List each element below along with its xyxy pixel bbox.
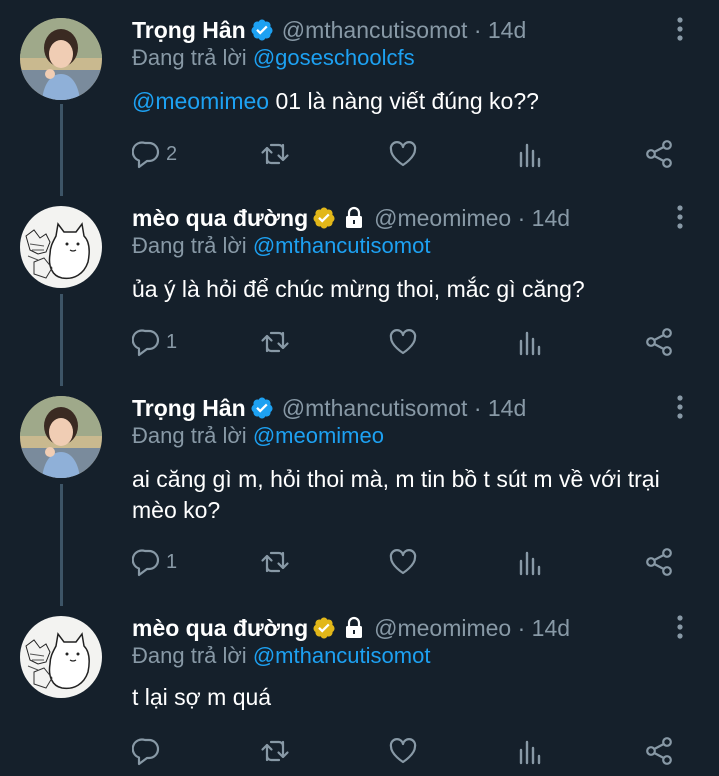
share-icon xyxy=(644,139,674,169)
lock-icon xyxy=(342,616,366,640)
share-icon xyxy=(644,736,674,766)
share-button[interactable] xyxy=(644,327,674,357)
reply-prefix: Đang trả lời xyxy=(132,45,247,70)
reply-context: Đang trả lời @mthancutisomot xyxy=(132,233,430,259)
analytics-icon xyxy=(516,736,546,766)
avatar[interactable] xyxy=(20,206,102,288)
lock-icon xyxy=(342,206,366,230)
reply-button[interactable]: 2 xyxy=(132,139,177,169)
tweet-actions: 2 xyxy=(132,139,692,169)
tweet-body: t lại sợ m quá xyxy=(132,684,272,710)
avatar-image xyxy=(20,206,102,288)
share-icon xyxy=(644,327,674,357)
reply-context: Đang trả lời @goseschoolcfs xyxy=(132,45,415,71)
more-options-icon[interactable] xyxy=(670,393,690,421)
share-button[interactable] xyxy=(644,736,674,766)
reply-prefix: Đang trả lời xyxy=(132,233,247,258)
reply-icon xyxy=(132,547,162,577)
reply-button[interactable] xyxy=(132,736,166,766)
display-name[interactable]: Trọng Hân xyxy=(132,395,246,422)
verified-badge-icon xyxy=(312,206,336,230)
like-button[interactable] xyxy=(388,139,418,169)
analytics-icon xyxy=(516,139,546,169)
avatar[interactable] xyxy=(20,18,102,100)
reply-to-mention[interactable]: @mthancutisomot xyxy=(253,233,431,258)
heart-icon xyxy=(388,327,418,357)
retweet-icon xyxy=(260,139,290,169)
verified-badge-icon xyxy=(250,18,274,42)
like-button[interactable] xyxy=(388,736,418,766)
reply-button[interactable]: 1 xyxy=(132,547,177,577)
reply-context: Đang trả lời @mthancutisomot xyxy=(132,643,430,669)
handle-and-time[interactable]: @mthancutisomot · 14d xyxy=(282,17,527,44)
display-name[interactable]: mèo qua đường xyxy=(132,615,308,642)
reply-button[interactable]: 1 xyxy=(132,327,177,357)
share-button[interactable] xyxy=(644,139,674,169)
analytics-button[interactable] xyxy=(516,736,546,766)
reply-icon xyxy=(132,139,162,169)
retweet-icon xyxy=(260,327,290,357)
tweet-actions: 1 xyxy=(132,327,692,357)
verified-badge-icon xyxy=(312,616,336,640)
like-button[interactable] xyxy=(388,327,418,357)
analytics-button[interactable] xyxy=(516,547,546,577)
tweet-actions xyxy=(132,736,692,766)
retweet-button[interactable] xyxy=(260,139,290,169)
retweet-button[interactable] xyxy=(260,547,290,577)
reply-prefix: Đang trả lời xyxy=(132,643,247,668)
more-options-icon[interactable] xyxy=(670,613,690,641)
analytics-button[interactable] xyxy=(516,327,546,357)
handle-and-time[interactable]: @meomimeo · 14d xyxy=(374,205,570,232)
tweet[interactable]: mèo qua đường @meomimeo · 14d Đang trả l… xyxy=(0,202,719,382)
handle-and-time[interactable]: @mthancutisomot · 14d xyxy=(282,395,527,422)
reply-prefix: Đang trả lời xyxy=(132,423,247,448)
tweet-actions: 1 xyxy=(132,547,692,577)
analytics-icon xyxy=(516,327,546,357)
reply-count: 1 xyxy=(166,330,178,353)
mention-link[interactable]: @meomimeo xyxy=(132,88,269,114)
verified-badge-icon xyxy=(250,396,274,420)
share-icon xyxy=(644,547,674,577)
retweet-button[interactable] xyxy=(260,327,290,357)
share-button[interactable] xyxy=(644,547,674,577)
analytics-icon xyxy=(516,547,546,577)
avatar-image xyxy=(20,396,102,478)
reply-to-mention[interactable]: @goseschoolcfs xyxy=(253,45,415,70)
tweet-body: 01 là nàng viết đúng ko?? xyxy=(269,88,539,114)
reply-count: 1 xyxy=(166,550,178,573)
retweet-icon xyxy=(260,736,290,766)
tweet[interactable]: mèo qua đường @meomimeo · 14d Đang trả l… xyxy=(0,612,719,776)
tweet[interactable]: Trọng Hân @mthancutisomot · 14d Đang trả… xyxy=(0,392,719,604)
reply-context: Đang trả lời @meomimeo xyxy=(132,423,384,449)
tweet-text: @meomimeo 01 là nàng viết đúng ko?? xyxy=(132,86,692,117)
display-name[interactable]: Trọng Hân xyxy=(132,17,246,44)
tweet-body: ủa ý là hỏi để chúc mừng thoi, mắc gì că… xyxy=(132,276,585,302)
reply-icon xyxy=(132,327,162,357)
reply-count: 2 xyxy=(166,142,178,165)
heart-icon xyxy=(388,547,418,577)
avatar[interactable] xyxy=(20,616,102,698)
reply-to-mention[interactable]: @meomimeo xyxy=(253,423,384,448)
handle-and-time[interactable]: @meomimeo · 14d xyxy=(374,615,570,642)
tweet[interactable]: Trọng Hân @mthancutisomot · 14d Đang trả… xyxy=(0,14,719,194)
display-name[interactable]: mèo qua đường xyxy=(132,205,308,232)
avatar-image xyxy=(20,18,102,100)
tweet-body: ai căng gì m, hỏi thoi mà, m tin bồ t sú… xyxy=(132,466,660,523)
reply-to-mention[interactable]: @mthancutisomot xyxy=(253,643,431,668)
heart-icon xyxy=(388,139,418,169)
avatar-image xyxy=(20,616,102,698)
analytics-button[interactable] xyxy=(516,139,546,169)
retweet-icon xyxy=(260,547,290,577)
reply-icon xyxy=(132,736,162,766)
more-options-icon[interactable] xyxy=(670,15,690,43)
avatar[interactable] xyxy=(20,396,102,478)
more-options-icon[interactable] xyxy=(670,203,690,231)
heart-icon xyxy=(388,736,418,766)
retweet-button[interactable] xyxy=(260,736,290,766)
like-button[interactable] xyxy=(388,547,418,577)
